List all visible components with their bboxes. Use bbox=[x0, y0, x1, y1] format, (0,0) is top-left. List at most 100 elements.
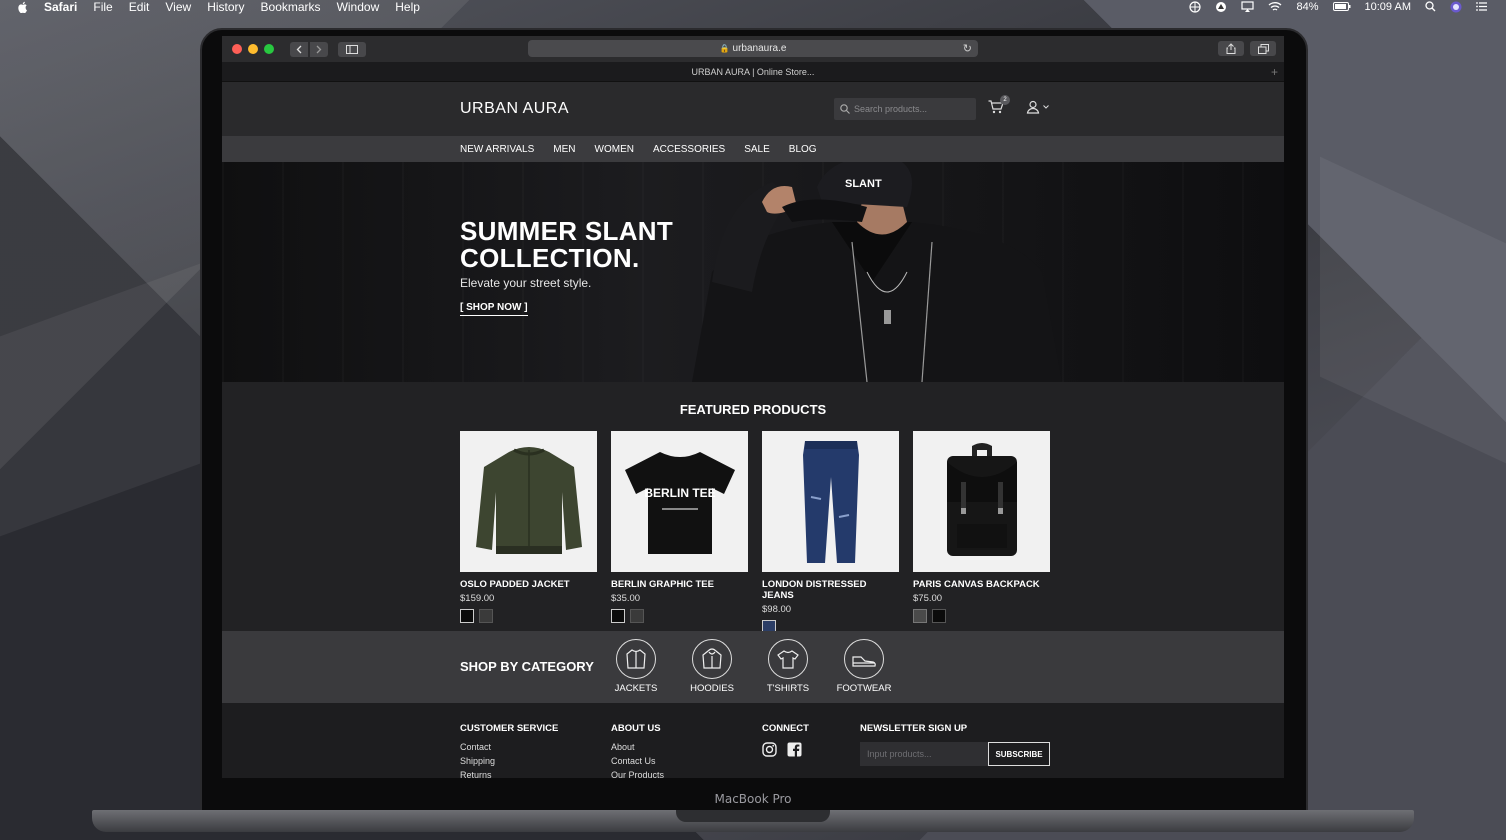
account-menu[interactable] bbox=[1026, 100, 1049, 114]
tabs-overview-button[interactable] bbox=[1250, 41, 1276, 56]
nav-accessories[interactable]: ACCESSORIES bbox=[653, 144, 725, 155]
product-card[interactable]: OSLO PADDED JACKET $159.00 bbox=[460, 431, 597, 634]
category-tshirts[interactable]: T'SHIRTS bbox=[767, 639, 809, 694]
footer-link-contact-us[interactable]: Contact Us bbox=[611, 756, 664, 766]
menu-history[interactable]: History bbox=[207, 1, 244, 13]
menu-app-name[interactable]: Safari bbox=[44, 1, 77, 13]
hero-model-image: SLANT bbox=[692, 162, 1062, 382]
site-footer: CUSTOMER SERVICE Contact Shipping Return… bbox=[222, 703, 1284, 778]
battery-icon[interactable] bbox=[1332, 2, 1351, 11]
menu-file[interactable]: File bbox=[93, 1, 112, 13]
sneaker-icon bbox=[844, 639, 884, 679]
footer-link-shipping[interactable]: Shipping bbox=[460, 756, 558, 766]
swatch-gray[interactable] bbox=[630, 609, 644, 623]
newsletter-email-input[interactable] bbox=[860, 742, 988, 766]
clock[interactable]: 10:09 AM bbox=[1365, 1, 1411, 13]
jacket-image bbox=[475, 446, 582, 554]
product-price: $75.00 bbox=[913, 593, 943, 604]
search-input[interactable] bbox=[854, 104, 964, 114]
laptop-screen: 🔒 urbanaura.e ↻ URBAN AURA | Online Stor… bbox=[222, 36, 1284, 778]
hero-subtitle: Elevate your street style. bbox=[460, 276, 592, 290]
swatch-black[interactable] bbox=[460, 609, 474, 623]
category-hoodies[interactable]: HOODIES bbox=[690, 639, 734, 694]
product-image-jacket[interactable] bbox=[460, 431, 597, 572]
hero-title-line2: COLLECTION. bbox=[460, 243, 640, 273]
search-box[interactable] bbox=[834, 98, 976, 120]
product-price: $159.00 bbox=[460, 593, 495, 604]
shop-now-button[interactable]: [ SHOP NOW ] bbox=[460, 302, 528, 316]
close-window-button[interactable] bbox=[232, 44, 242, 54]
color-swatches bbox=[460, 609, 597, 623]
category-jackets[interactable]: JACKETS bbox=[614, 639, 658, 694]
share-button[interactable] bbox=[1218, 41, 1244, 56]
category-label: JACKETS bbox=[614, 683, 658, 694]
sidebar-toggle-button[interactable] bbox=[338, 41, 366, 57]
app-status-icon[interactable] bbox=[1215, 1, 1227, 13]
tshirt-image: BERLIN TEE bbox=[624, 451, 735, 554]
menu-window[interactable]: Window bbox=[337, 1, 380, 13]
airplay-icon[interactable] bbox=[1241, 0, 1255, 13]
swatch-black[interactable] bbox=[932, 609, 946, 623]
product-name[interactable]: BERLIN GRAPHIC TEE bbox=[611, 579, 748, 590]
product-name[interactable]: LONDON DISTRESSED JEANS bbox=[762, 579, 899, 601]
nav-new-arrivals[interactable]: NEW ARRIVALS bbox=[460, 144, 534, 155]
facebook-icon[interactable] bbox=[787, 742, 802, 757]
subscribe-button[interactable]: SUBSCRIBE bbox=[988, 742, 1050, 766]
macos-menubar: Safari File Edit View History Bookmarks … bbox=[0, 0, 1506, 13]
zoom-window-button[interactable] bbox=[264, 44, 274, 54]
nav-women[interactable]: WOMEN bbox=[595, 144, 634, 155]
siri-icon[interactable] bbox=[1450, 1, 1462, 13]
product-image-tee[interactable]: BERLIN TEE bbox=[611, 431, 748, 572]
product-card[interactable]: PARIS CANVAS BACKPACK $75.00 bbox=[913, 431, 1050, 634]
new-tab-icon[interactable]: + bbox=[1271, 62, 1278, 82]
footer-link-about[interactable]: About bbox=[611, 742, 664, 752]
site-logo[interactable]: URBAN AURA bbox=[460, 100, 569, 118]
footer-link-returns[interactable]: Returns bbox=[460, 770, 558, 778]
battery-percent: 84% bbox=[1296, 0, 1319, 13]
product-image-jeans[interactable] bbox=[762, 431, 899, 572]
apple-icon[interactable] bbox=[18, 1, 28, 13]
jeans-image bbox=[802, 440, 859, 563]
tee-print-text: BERLIN TEE bbox=[644, 486, 715, 500]
tshirt-icon bbox=[768, 639, 808, 679]
control-center-icon[interactable] bbox=[1476, 1, 1488, 12]
chevron-left-icon bbox=[296, 45, 302, 53]
lock-icon: 🔒 bbox=[719, 44, 730, 53]
product-name[interactable]: OSLO PADDED JACKET bbox=[460, 579, 597, 590]
swatch-gray[interactable] bbox=[913, 609, 927, 623]
product-image-backpack[interactable] bbox=[913, 431, 1050, 572]
swatch-black[interactable] bbox=[611, 609, 625, 623]
footer-link-contact[interactable]: Contact bbox=[460, 742, 558, 752]
footer-link-our-products[interactable]: Our Products bbox=[611, 770, 664, 778]
hero-title-line1: SUMMER SLANT bbox=[460, 216, 674, 246]
menu-edit[interactable]: Edit bbox=[129, 1, 150, 13]
address-bar[interactable]: 🔒 urbanaura.e ↻ bbox=[528, 40, 978, 57]
product-name[interactable]: PARIS CANVAS BACKPACK bbox=[913, 579, 1050, 590]
product-card[interactable]: LONDON DISTRESSED JEANS $98.00 bbox=[762, 431, 899, 634]
nav-blog[interactable]: BLOG bbox=[789, 144, 817, 155]
product-card[interactable]: BERLIN TEE BERLIN GRAPHIC TEE $35.00 bbox=[611, 431, 748, 634]
jacket-icon bbox=[616, 639, 656, 679]
product-grid: OSLO PADDED JACKET $159.00 BERLIN TEE BE… bbox=[460, 431, 1050, 634]
nav-sale[interactable]: SALE bbox=[744, 144, 770, 155]
footer-heading: ABOUT US bbox=[611, 723, 661, 734]
reload-icon[interactable]: ↻ bbox=[963, 42, 972, 55]
minimize-window-button[interactable] bbox=[248, 44, 258, 54]
menu-bookmarks[interactable]: Bookmarks bbox=[261, 1, 321, 13]
menu-help[interactable]: Help bbox=[395, 1, 420, 13]
forward-button[interactable] bbox=[310, 41, 328, 57]
spotlight-search-icon[interactable] bbox=[1425, 1, 1436, 12]
nav-men[interactable]: MEN bbox=[553, 144, 575, 155]
globe-status-icon[interactable] bbox=[1189, 0, 1202, 13]
menu-view[interactable]: View bbox=[165, 1, 191, 13]
main-navigation: NEW ARRIVALS MEN WOMEN ACCESSORIES SALE … bbox=[222, 136, 1284, 162]
share-icon bbox=[1226, 43, 1236, 54]
cart-button[interactable]: 2 bbox=[988, 95, 1010, 119]
instagram-icon[interactable] bbox=[762, 742, 777, 757]
tab-title[interactable]: URBAN AURA | Online Store... bbox=[692, 67, 815, 77]
footer-heading: CUSTOMER SERVICE bbox=[460, 723, 559, 734]
swatch-gray[interactable] bbox=[479, 609, 493, 623]
back-button[interactable] bbox=[290, 41, 308, 57]
category-footwear[interactable]: FOOTWEAR bbox=[837, 639, 891, 694]
wifi-icon[interactable] bbox=[1268, 1, 1282, 12]
